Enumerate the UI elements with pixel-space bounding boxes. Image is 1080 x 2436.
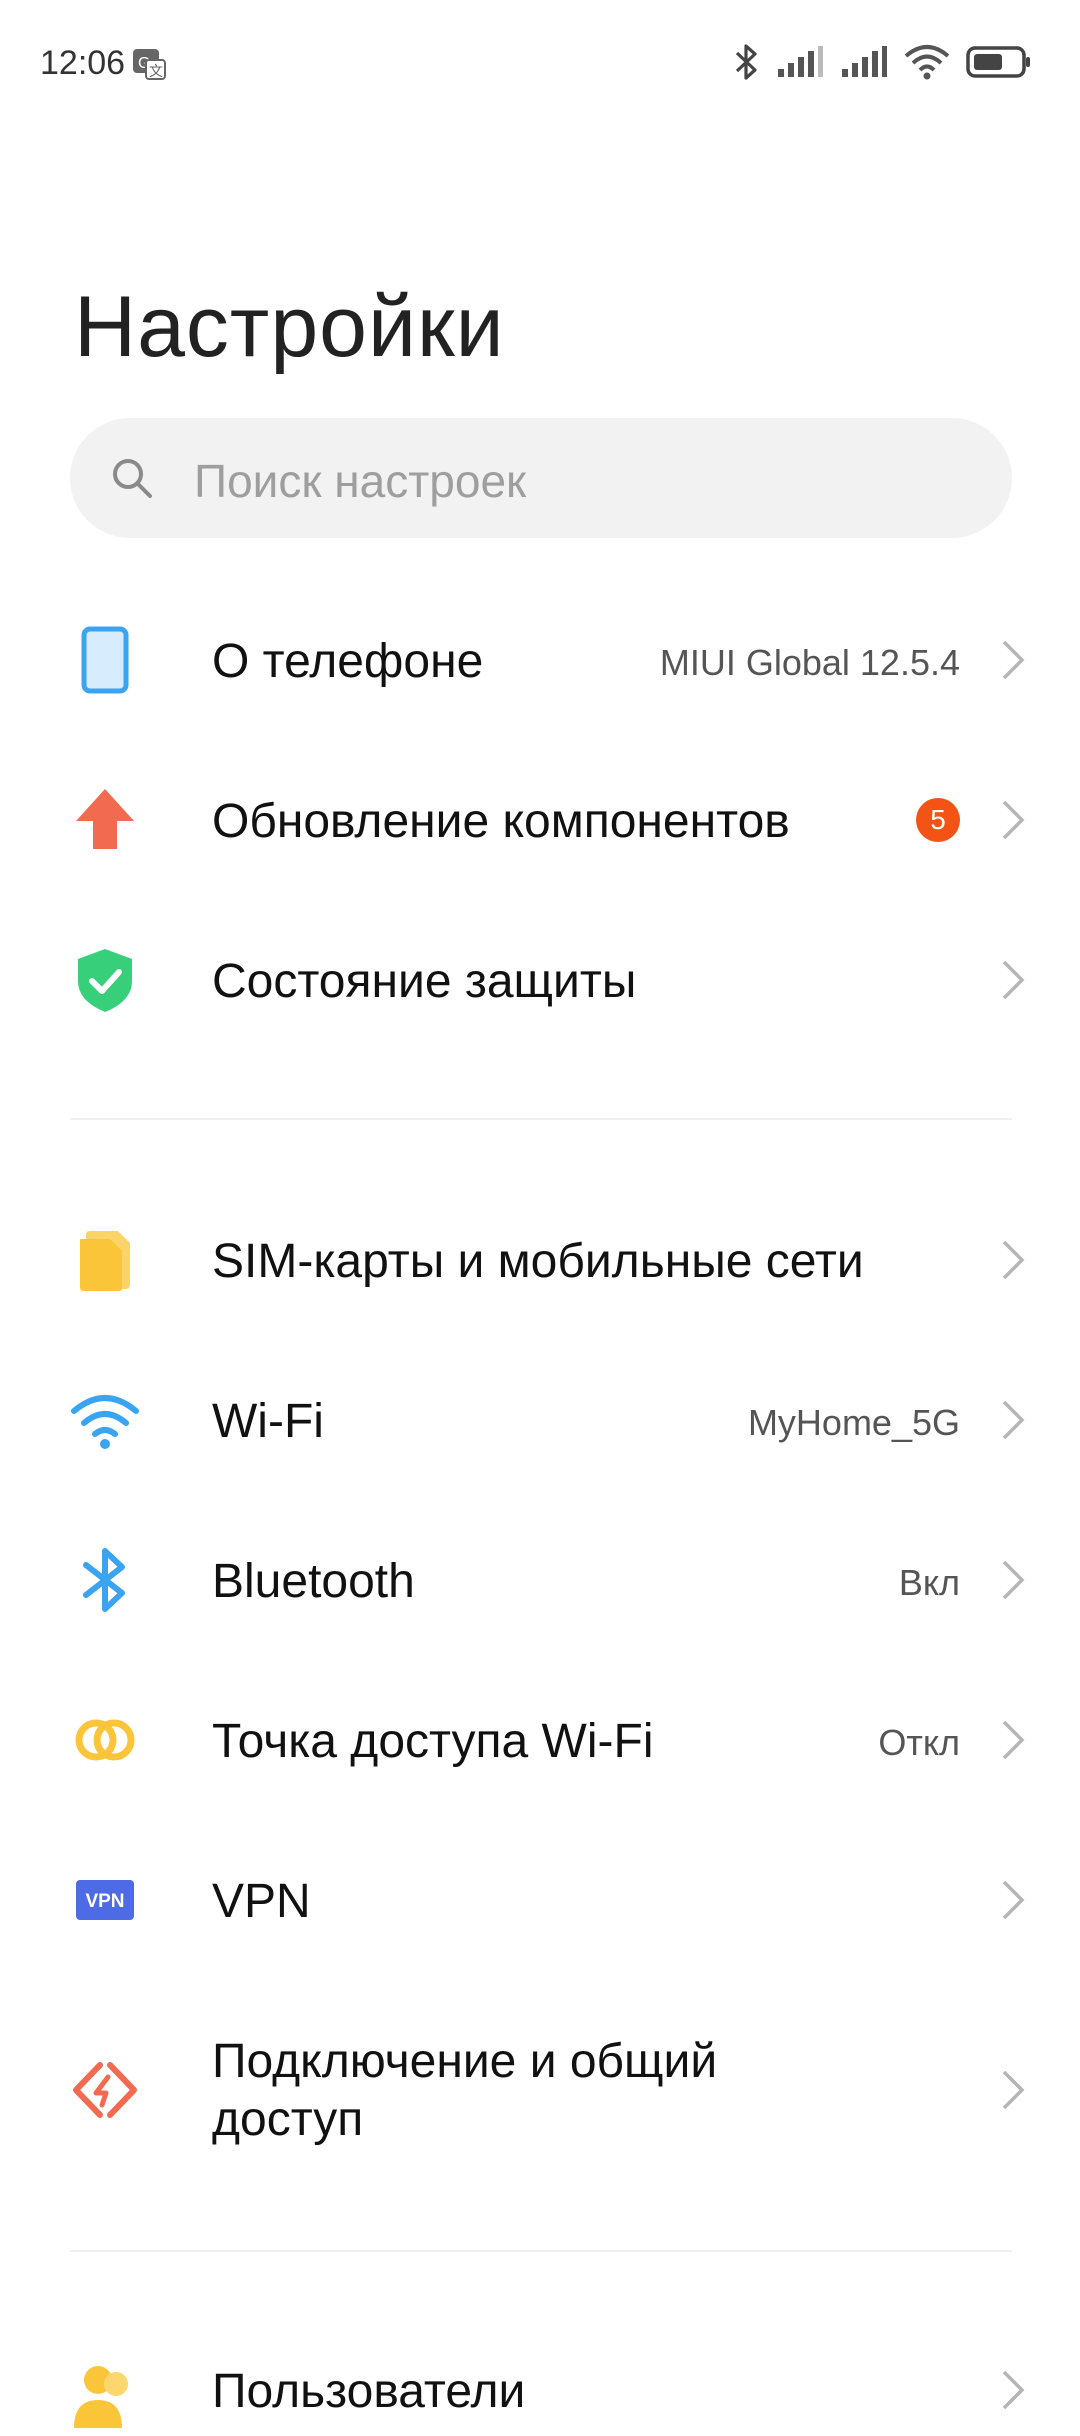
wifi-icon bbox=[904, 45, 950, 80]
settings-item-label: О телефоне bbox=[212, 635, 484, 688]
hotspot-icon bbox=[70, 1705, 140, 1775]
settings-item-label: Подключение и общий bbox=[212, 2035, 718, 2088]
chevron-right-icon bbox=[998, 1398, 1028, 1442]
settings-item-about-phone[interactable]: О телефоне MIUI Global 12.5.4 bbox=[0, 610, 1080, 710]
bluetooth-icon bbox=[735, 44, 757, 80]
connection-sharing-icon bbox=[70, 2055, 140, 2125]
chevron-right-icon bbox=[998, 1238, 1028, 1282]
settings-item-value: Откл bbox=[878, 1722, 960, 1763]
status-time: 12:06 bbox=[40, 44, 126, 82]
bluetooth-icon bbox=[70, 1545, 140, 1615]
translate-icon: G 文 bbox=[132, 48, 166, 80]
search-input[interactable]: Поиск настроек bbox=[70, 418, 1012, 538]
wifi-icon bbox=[70, 1385, 140, 1455]
chevron-right-icon bbox=[998, 1878, 1028, 1922]
chevron-right-icon bbox=[998, 1718, 1028, 1762]
settings-item-label: Wi-Fi bbox=[212, 1395, 324, 1448]
settings-item-hotspot[interactable]: Точка доступа Wi-Fi Откл bbox=[0, 1690, 1080, 1790]
update-arrow-icon bbox=[70, 785, 140, 855]
sim-card-icon bbox=[70, 1225, 140, 1295]
settings-item-value: Вкл bbox=[898, 1562, 960, 1603]
settings-item-label: Пользователи bbox=[212, 2365, 526, 2418]
settings-item-value: MyHome_5G bbox=[747, 1402, 960, 1443]
svg-text:文: 文 bbox=[149, 63, 163, 79]
settings-item-value: MIUI Global 12.5.4 bbox=[659, 642, 960, 683]
users-icon bbox=[70, 2362, 140, 2432]
battery-icon bbox=[966, 46, 1030, 78]
chevron-right-icon bbox=[998, 2068, 1028, 2112]
chevron-right-icon bbox=[998, 2368, 1028, 2412]
settings-item-vpn[interactable]: VPN VPN bbox=[0, 1850, 1080, 1950]
signal-icon bbox=[842, 46, 887, 77]
vpn-icon-text: VPN bbox=[85, 1891, 124, 1912]
settings-item-label-line2: доступ bbox=[212, 2093, 364, 2146]
settings-item-component-updates[interactable]: Обновление компонентов 5 bbox=[0, 770, 1080, 870]
section-divider bbox=[70, 2250, 1012, 2252]
status-bar: 12:06 G 文 bbox=[0, 0, 1080, 130]
chevron-right-icon bbox=[998, 798, 1028, 842]
chevron-right-icon bbox=[998, 958, 1028, 1002]
settings-item-label: Обновление компонентов bbox=[212, 795, 790, 848]
settings-item-connection-sharing[interactable]: Подключение и общий доступ bbox=[0, 2010, 1080, 2170]
section-divider bbox=[70, 1118, 1012, 1120]
settings-item-security-status[interactable]: Состояние защиты bbox=[0, 930, 1080, 1030]
chevron-right-icon bbox=[998, 1558, 1028, 1602]
notification-badge: 5 bbox=[916, 798, 960, 842]
shield-check-icon bbox=[70, 945, 140, 1015]
settings-item-label: Состояние защиты bbox=[212, 955, 637, 1008]
settings-item-label: Bluetooth bbox=[212, 1555, 415, 1608]
settings-item-label: SIM-карты и мобильные сети bbox=[212, 1235, 864, 1288]
signal-icon bbox=[778, 46, 823, 77]
settings-item-bluetooth[interactable]: Bluetooth Вкл bbox=[0, 1530, 1080, 1630]
settings-item-users[interactable]: Пользователи bbox=[0, 2336, 1080, 2436]
search-icon bbox=[110, 456, 154, 500]
chevron-right-icon bbox=[998, 638, 1028, 682]
vpn-icon: VPN bbox=[70, 1865, 140, 1935]
status-icons bbox=[734, 40, 1032, 84]
settings-item-label: VPN bbox=[212, 1875, 311, 1928]
settings-item-label: Точка доступа Wi-Fi bbox=[212, 1715, 654, 1768]
page-title: Настройки bbox=[74, 279, 505, 375]
phone-icon bbox=[70, 625, 140, 695]
settings-item-wifi[interactable]: Wi-Fi MyHome_5G bbox=[0, 1370, 1080, 1470]
search-placeholder: Поиск настроек bbox=[194, 455, 527, 507]
settings-item-sim-cards[interactable]: SIM-карты и мобильные сети bbox=[0, 1210, 1080, 1310]
